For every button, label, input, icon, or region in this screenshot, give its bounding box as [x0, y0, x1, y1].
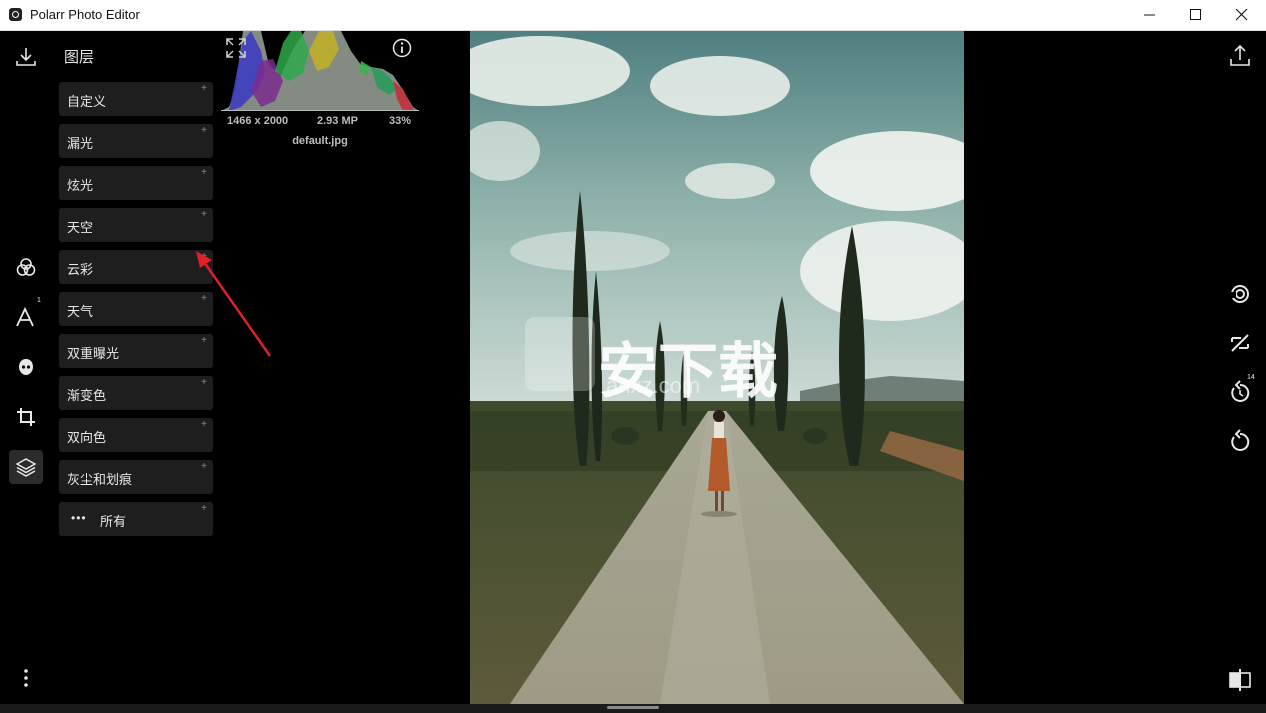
layer-label: 炫光	[67, 178, 94, 193]
layer-label: 双重曝光	[67, 346, 120, 361]
text-tool-button[interactable]	[9, 300, 43, 334]
add-icon: +	[201, 125, 207, 136]
compare-button[interactable]	[1227, 667, 1253, 693]
layer-duotone-button[interactable]: 双向色 +	[59, 418, 213, 452]
more-vertical-icon	[24, 669, 28, 687]
layer-all-button[interactable]: ••• 所有 +	[59, 502, 213, 536]
share-button[interactable]	[1227, 43, 1253, 69]
history-icon	[1231, 380, 1250, 402]
window-title: Polarr Photo Editor	[30, 7, 140, 22]
compare-icon	[1229, 669, 1251, 691]
add-icon: +	[201, 293, 207, 304]
add-icon: +	[201, 83, 207, 94]
image-resolution: 1466 x 2000	[227, 115, 289, 127]
add-icon: +	[201, 503, 207, 514]
zoom-level: 33%	[389, 115, 412, 127]
face-icon	[19, 359, 33, 375]
layer-label: 天空	[67, 220, 94, 235]
add-icon: +	[201, 209, 207, 220]
layer-sky-button[interactable]: 天空 +	[59, 208, 213, 242]
layers-icon	[16, 458, 36, 477]
layer-dust-scratches-button[interactable]: 灰尘和划痕 +	[59, 460, 213, 494]
more-horizontal-icon: •••	[71, 511, 87, 525]
info-icon[interactable]	[392, 38, 412, 58]
layer-label: 灰尘和划痕	[67, 472, 133, 487]
image-megapixels: 2.93 MP	[317, 115, 358, 127]
panel-title: 图层	[64, 49, 95, 66]
close-button[interactable]	[1219, 0, 1265, 30]
color-adjust-button[interactable]	[9, 250, 43, 284]
maximize-button[interactable]	[1173, 0, 1219, 30]
history-badge: 14	[1247, 374, 1255, 381]
download-button[interactable]	[9, 40, 43, 74]
reset-button[interactable]	[1227, 429, 1253, 455]
watermark-logo	[525, 317, 595, 391]
minimize-icon	[1144, 14, 1155, 16]
layer-custom-button[interactable]: 自定义 +	[59, 82, 213, 116]
crop-icon	[17, 408, 35, 426]
text-tool-badge: 1	[37, 297, 41, 304]
histogram	[221, 31, 419, 111]
layer-gradient-button[interactable]: 渐变色 +	[59, 376, 213, 410]
layer-flare-button[interactable]: 炫光 +	[59, 166, 213, 200]
share-icon	[1230, 44, 1250, 66]
hide-edits-icon	[1231, 334, 1249, 352]
layer-weather-button[interactable]: 天气 +	[59, 292, 213, 326]
text-icon	[16, 307, 34, 327]
minimize-button[interactable]	[1127, 0, 1173, 30]
expand-icon[interactable]	[226, 38, 246, 58]
layer-label: 渐变色	[67, 388, 107, 403]
layer-light-leak-button[interactable]: 漏光 +	[59, 124, 213, 158]
color-circles-icon	[16, 258, 36, 276]
photo-canvas[interactable]: 安下载 anxz.com	[470, 31, 964, 704]
layer-label: 漏光	[67, 136, 94, 151]
layer-label: 天气	[67, 304, 94, 319]
reset-icon	[1231, 429, 1250, 451]
add-icon: +	[201, 251, 207, 262]
add-icon: +	[201, 461, 207, 472]
title-bar: Polarr Photo Editor	[0, 0, 1266, 31]
history-button[interactable]	[1227, 380, 1253, 406]
file-name: default.jpg	[292, 135, 348, 147]
layer-clouds-button[interactable]: 云彩 +	[59, 250, 213, 284]
layer-double-exposure-button[interactable]: 双重曝光 +	[59, 334, 213, 368]
layers-button[interactable]	[9, 450, 43, 484]
drawer-handle[interactable]	[607, 706, 659, 709]
crop-button[interactable]	[9, 400, 43, 434]
add-icon: +	[201, 419, 207, 430]
more-button[interactable]	[9, 661, 43, 695]
add-icon: +	[201, 377, 207, 388]
layer-label: 所有	[100, 514, 127, 529]
layer-label: 云彩	[67, 262, 94, 277]
hide-edits-button[interactable]	[1227, 330, 1253, 356]
spiral-icon	[1231, 285, 1249, 303]
layer-label: 双向色	[67, 430, 107, 445]
close-icon	[1236, 9, 1248, 21]
maximize-icon	[1190, 9, 1201, 20]
add-icon: +	[201, 335, 207, 346]
face-tool-button[interactable]	[9, 350, 43, 384]
add-icon: +	[201, 167, 207, 178]
layer-label: 自定义	[67, 94, 107, 109]
watermark-subtext: anxz.com	[606, 373, 701, 398]
download-icon	[16, 48, 36, 66]
app-icon	[9, 8, 22, 21]
effects-button[interactable]	[1227, 281, 1253, 307]
